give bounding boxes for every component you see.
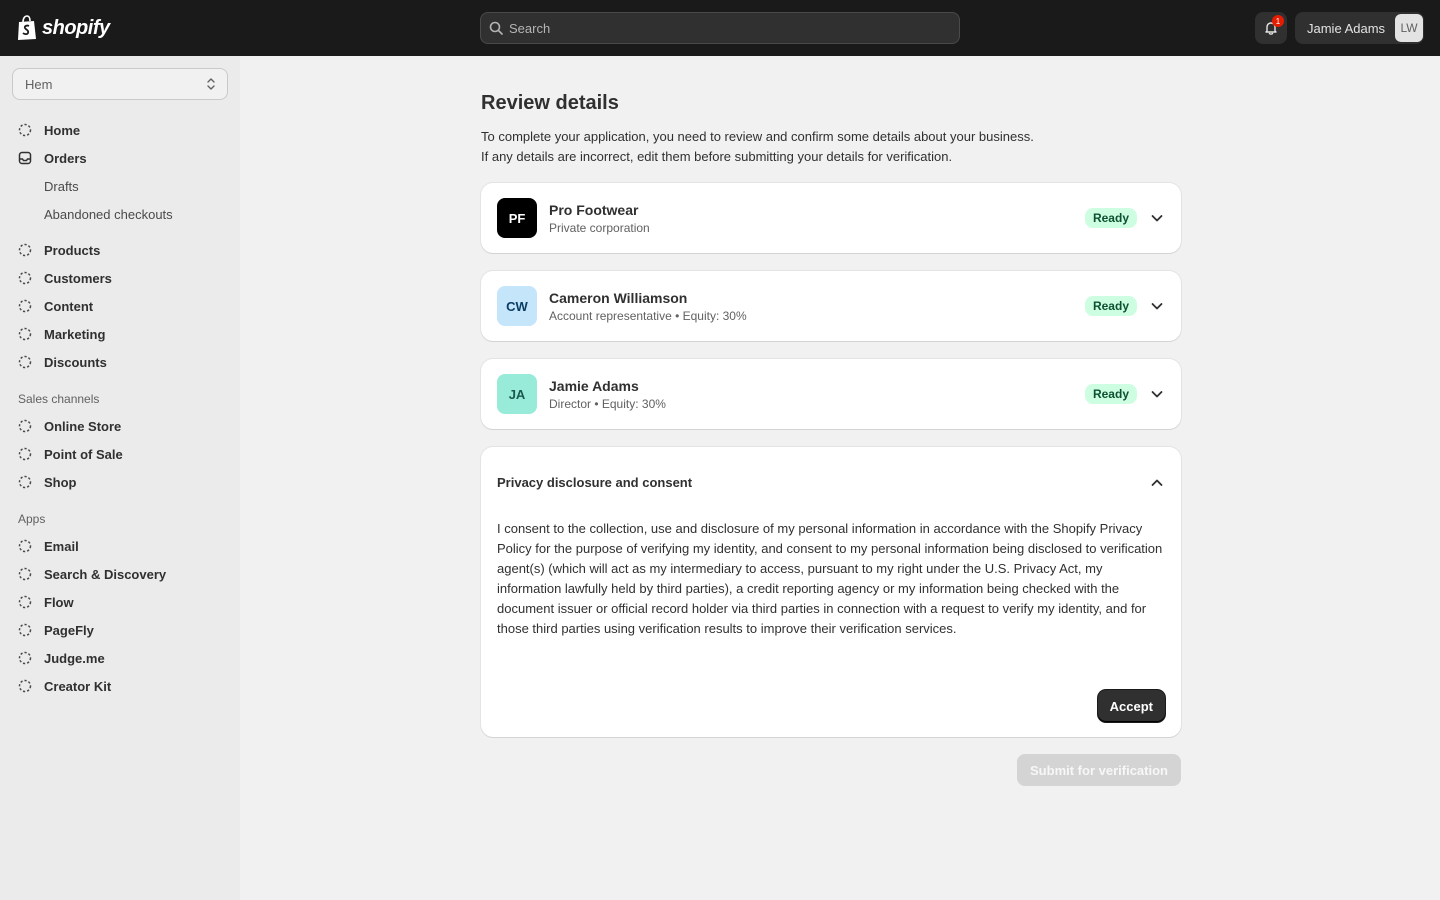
row-name: Cameron Williamson <box>549 290 688 306</box>
search-input[interactable] <box>509 20 929 36</box>
placeholder-circle-icon <box>18 595 32 609</box>
privacy-consent-card: Privacy disclosure and consent I consent… <box>481 447 1181 737</box>
sidebar-item-home[interactable]: Home <box>12 116 228 144</box>
sidebar-item-label: Search & Discovery <box>44 566 167 582</box>
intro-line-2: If any details are incorrect, edit them … <box>481 149 953 164</box>
select-arrows-icon <box>207 78 215 90</box>
placeholder-circle-icon <box>18 327 32 341</box>
chevron-down-icon[interactable] <box>1149 386 1165 402</box>
sidebar-item-label: Customers <box>44 270 112 286</box>
sidebar-item-judge-me[interactable]: Judge.me <box>12 644 228 672</box>
sidebar-item-label: Discounts <box>44 354 107 370</box>
sidebar-item-label: Marketing <box>44 326 106 342</box>
privacy-body-text: I consent to the collection, use and dis… <box>497 521 1163 636</box>
search-icon <box>489 21 503 35</box>
sidebar-item-label: Orders <box>44 150 87 166</box>
representative-details-card[interactable]: CW Cameron Williamson Account representa… <box>481 271 1181 341</box>
status-badge: Ready <box>1084 296 1137 316</box>
sidebar-item-point-of-sale[interactable]: Point of Sale <box>12 440 228 468</box>
placeholder-circle-icon <box>18 123 32 137</box>
sidebar-item-label: PageFly <box>44 622 94 638</box>
notifications-button[interactable]: 1 <box>1255 12 1287 44</box>
sidebar-item-shop[interactable]: Shop <box>12 468 228 496</box>
sidebar-item-label: Content <box>44 298 94 314</box>
intro-text: To complete your application, you need t… <box>481 127 1181 167</box>
row-name: Pro Footwear <box>549 202 639 218</box>
director-details-card[interactable]: JA Jamie Adams Director • Equity: 30% Re… <box>481 359 1181 429</box>
sidebar-item-label: Home <box>44 122 81 138</box>
user-name: Jamie Adams <box>1307 20 1386 36</box>
user-menu-button[interactable]: Jamie Adams LW <box>1295 12 1424 44</box>
placeholder-circle-icon <box>18 651 32 665</box>
row-name: Jamie Adams <box>549 378 639 394</box>
sidebar-item-products[interactable]: Products <box>12 236 228 264</box>
row-subtitle: Private corporation <box>549 221 650 235</box>
notification-count-badge: 1 <box>1272 15 1284 27</box>
avatar: LW <box>1395 14 1424 42</box>
placeholder-circle-icon <box>18 475 32 489</box>
avatar: CW <box>497 286 537 326</box>
placeholder-circle-icon <box>18 539 32 553</box>
submit-for-verification-button[interactable]: Submit for verification <box>1017 754 1181 786</box>
chevron-up-icon[interactable] <box>1149 475 1165 491</box>
placeholder-circle-icon <box>18 567 32 581</box>
intro-line-1: To complete your application, you need t… <box>481 129 1034 144</box>
avatar: PF <box>497 198 537 238</box>
top-bar: shopify 1 Jamie Adams LW <box>0 0 1440 56</box>
sidebar-item-search-discovery[interactable]: Search & Discovery <box>12 560 228 588</box>
status-badge: Ready <box>1084 208 1137 228</box>
row-subtitle: Director • Equity: 30% <box>549 397 666 411</box>
avatar: JA <box>497 374 537 414</box>
status-badge: Ready <box>1084 384 1137 404</box>
sidebar-item-label: Judge.me <box>44 650 105 666</box>
chevron-down-icon[interactable] <box>1149 210 1165 226</box>
store-selector[interactable]: Hem <box>12 68 228 100</box>
sidebar-item-label: Online Store <box>44 418 122 434</box>
placeholder-circle-icon <box>18 623 32 637</box>
sidebar-subitem-abandoned-checkouts[interactable]: Abandoned checkouts <box>44 200 173 228</box>
sidebar-item-label: Flow <box>44 594 74 610</box>
sidebar-item-pagefly[interactable]: PageFly <box>12 616 228 644</box>
apps-heading: Apps <box>18 512 46 526</box>
sidebar-item-label: Products <box>44 242 101 258</box>
sidebar-item-online-store[interactable]: Online Store <box>12 412 228 440</box>
sidebar-item-email[interactable]: Email <box>12 532 228 560</box>
placeholder-circle-icon <box>18 679 32 693</box>
sidebar-item-content[interactable]: Content <box>12 292 228 320</box>
sidebar-item-orders[interactable]: Orders <box>12 144 228 172</box>
store-selector-value: Hem <box>25 76 53 92</box>
sidebar-item-label: Email <box>44 538 79 554</box>
privacy-title: Privacy disclosure and consent <box>497 475 693 490</box>
business-details-card[interactable]: PF Pro Footwear Private corporation Read… <box>481 183 1181 253</box>
shopify-bag-icon <box>18 15 36 40</box>
sidebar-item-discounts[interactable]: Discounts <box>12 348 228 376</box>
placeholder-circle-icon <box>18 419 32 433</box>
sidebar-item-label: Creator Kit <box>44 678 112 694</box>
shopify-wordmark: shopify <box>42 16 110 39</box>
shopify-logo[interactable]: shopify <box>16 15 110 41</box>
sidebar-item-label: Point of Sale <box>44 446 123 462</box>
chevron-down-icon[interactable] <box>1149 298 1165 314</box>
page-title: Review details <box>481 92 619 114</box>
placeholder-circle-icon <box>18 243 32 257</box>
placeholder-circle-icon <box>18 299 32 313</box>
sidebar-subitem-drafts[interactable]: Drafts <box>44 172 79 200</box>
inbox-icon <box>18 151 32 165</box>
search-bar[interactable] <box>480 12 960 44</box>
accept-button[interactable]: Accept <box>1097 690 1165 722</box>
sidebar-item-creator-kit[interactable]: Creator Kit <box>12 672 228 700</box>
sidebar-item-marketing[interactable]: Marketing <box>12 320 228 348</box>
row-subtitle: Account representative • Equity: 30% <box>549 309 747 323</box>
sidebar: Hem Home Orders Drafts Abandoned checkou… <box>0 56 240 900</box>
sidebar-item-customers[interactable]: Customers <box>12 264 228 292</box>
placeholder-circle-icon <box>18 271 32 285</box>
sidebar-item-flow[interactable]: Flow <box>12 588 228 616</box>
placeholder-circle-icon <box>18 355 32 369</box>
placeholder-circle-icon <box>18 447 32 461</box>
sales-channels-heading: Sales channels <box>18 392 100 406</box>
sidebar-item-label: Shop <box>44 474 77 490</box>
